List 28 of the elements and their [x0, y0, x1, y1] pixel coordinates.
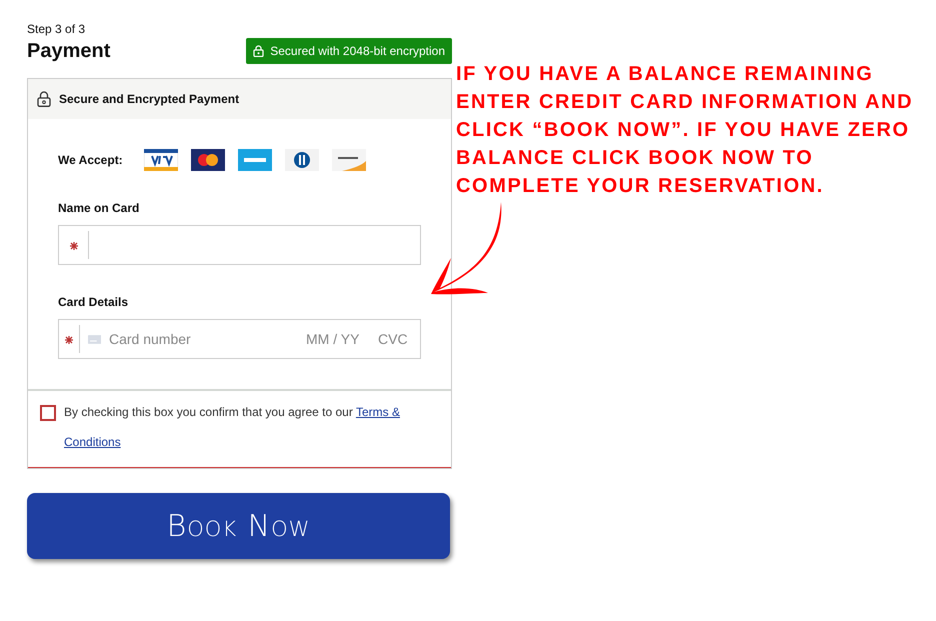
card-logo-icon: [332, 149, 366, 171]
terms-link[interactable]: Terms &: [356, 405, 400, 419]
card-logo-icon: [284, 149, 319, 171]
terms-link[interactable]: Conditions: [64, 435, 121, 449]
card-logo-icon: [238, 149, 272, 171]
field-label: Name on Card: [58, 200, 140, 217]
panel-title: Secure and Encrypted Payment: [59, 91, 240, 108]
required-icon: [70, 242, 78, 250]
step-indicator: Step 3 of 3: [27, 21, 86, 38]
card-details-field[interactable]: Card number MM / YY CVC: [58, 319, 421, 359]
accept-label: We Accept:: [58, 152, 123, 169]
annotation-text: IF YOU HAVE A BALANCE REMAINING ENTER CREDIT CARD INFORMATION AND CLICK “BOOK NOW”. IF YOU HAVE ZERO BALANCE CLICK BOOK NOW TO COMPLETE YOUR RESERVATION.: [456, 62, 914, 199]
expiry-field[interactable]: MM / YY: [298, 320, 370, 358]
security-badge: Secured with 2048-bit encryption: [246, 38, 452, 64]
card-logo-icon: [144, 149, 178, 171]
page-title: Payment: [27, 39, 110, 63]
lock-icon: [253, 45, 264, 57]
terms-text: By checking this box you confirm that you agree to our Terms & Conditions: [64, 404, 400, 451]
book-now-button[interactable]: Book Now: [27, 493, 450, 559]
terms-checkbox[interactable]: [40, 405, 56, 421]
card-number-field[interactable]: Card number: [101, 320, 298, 358]
name-field[interactable]: [58, 225, 421, 265]
card-icon: [88, 332, 101, 346]
lock-icon: [37, 91, 51, 107]
card-logo-icon: [190, 149, 225, 171]
field-label: Card Details: [58, 294, 130, 311]
cvc-field[interactable]: CVC: [370, 320, 420, 358]
required-icon: [64, 336, 73, 344]
